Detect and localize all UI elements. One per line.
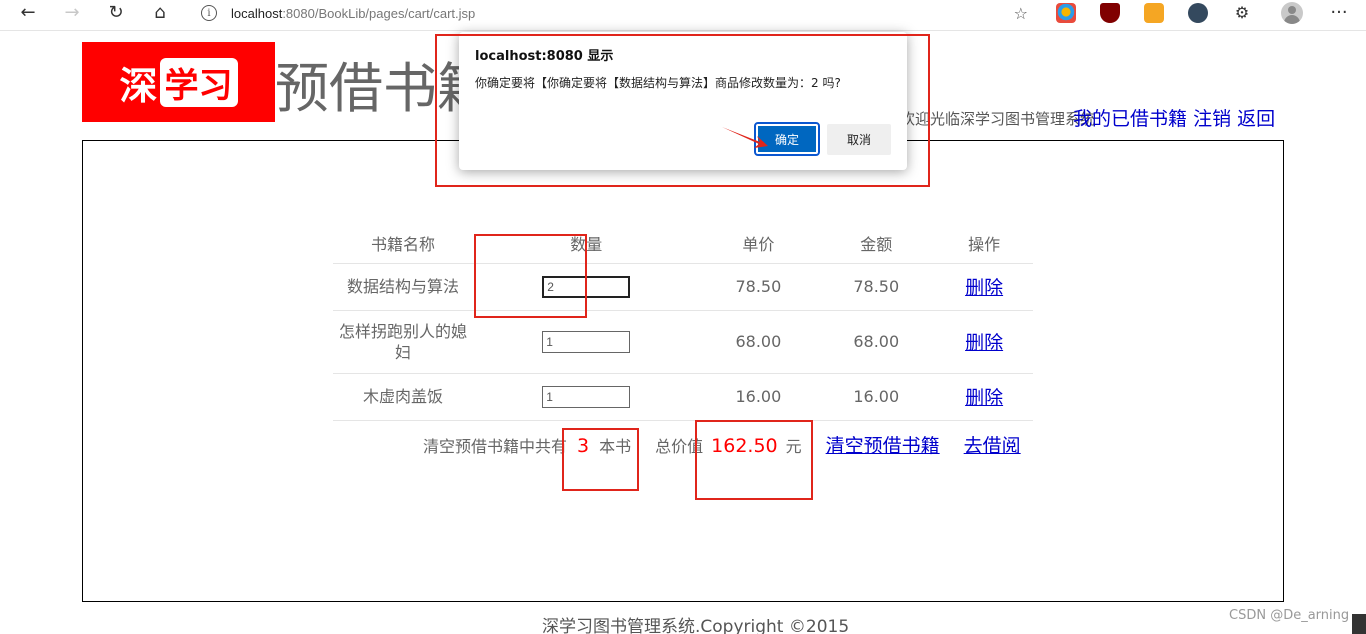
footer-copyright: 深学习图书管理系统.Copyright ©2015: [542, 617, 850, 634]
back-link[interactable]: 返回: [1237, 108, 1275, 130]
delete-link[interactable]: 删除: [965, 387, 1003, 409]
add-favorite-icon[interactable]: ☆: [1014, 4, 1028, 23]
quantity-input[interactable]: [542, 330, 631, 353]
count-highlight-box: [562, 428, 639, 491]
unit-price: 78.50: [699, 263, 818, 311]
dialog-highlight-box: [435, 34, 930, 187]
column-header-name: 书籍名称: [333, 223, 473, 264]
extensions-puzzle-icon[interactable]: ⚙: [1232, 3, 1252, 23]
extension-orange-icon[interactable]: [1144, 3, 1164, 23]
pointer-arrow-icon: [722, 127, 768, 148]
address-bar[interactable]: i localhost :8080/BookLib/pages/cart/car…: [188, 1, 1038, 25]
book-name: 数据结构与算法: [333, 263, 473, 311]
unit-price: 68.00: [699, 310, 818, 374]
amount: 16.00: [817, 373, 936, 421]
delete-link[interactable]: 删除: [965, 277, 1003, 299]
amount: 68.00: [817, 310, 936, 374]
quantity-input[interactable]: [542, 385, 631, 408]
ublock-icon[interactable]: [1100, 3, 1120, 23]
profile-avatar[interactable]: [1281, 2, 1303, 24]
cart-table: 书籍名称 数量 单价 金额 操作 数据结构与算法 78.50 78.50 删除 …: [333, 223, 1033, 421]
column-header-action: 操作: [935, 223, 1033, 264]
reload-icon[interactable]: ↻: [101, 0, 131, 25]
table-row: 怎样拐跑别人的媳妇 68.00 68.00 删除: [333, 310, 1033, 374]
column-header-amount: 金额: [817, 223, 936, 264]
forward-arrow-icon[interactable]: →: [57, 0, 87, 25]
book-name: 木虚肉盖饭: [333, 373, 473, 421]
delete-link[interactable]: 删除: [965, 332, 1003, 354]
browser-toolbar: ← → ↻ ⌂ i localhost :8080/BookLib/pages/…: [0, 0, 1366, 31]
book-name: 怎样拐跑别人的媳妇: [333, 310, 473, 374]
cart-panel: 书籍名称 数量 单价 金额 操作 数据结构与算法 78.50 78.50 删除 …: [82, 140, 1284, 602]
corner-mark: [1352, 614, 1366, 634]
clear-cart-link[interactable]: 清空预借书籍: [826, 431, 940, 458]
summary-prefix: 清空预借书籍中共有: [423, 437, 568, 456]
url-path: :8080/BookLib/pages/cart/cart.jsp: [282, 5, 476, 21]
top-nav-links: 我的已借书籍 注销 返回: [1073, 104, 1275, 131]
back-arrow-icon[interactable]: ←: [13, 0, 43, 25]
table-row: 数据结构与算法 78.50 78.50 删除: [333, 263, 1033, 311]
site-info-icon[interactable]: i: [201, 5, 217, 21]
extension-cursor-icon[interactable]: [1188, 3, 1208, 23]
my-borrowed-books-link[interactable]: 我的已借书籍: [1073, 108, 1187, 130]
table-row: 木虚肉盖饭 16.00 16.00 删除: [333, 373, 1033, 421]
logout-link[interactable]: 注销: [1193, 108, 1231, 130]
unit-price: 16.00: [699, 373, 818, 421]
table-header-row: 书籍名称 数量 单价 金额 操作: [333, 223, 1033, 264]
home-icon[interactable]: ⌂: [145, 0, 175, 25]
amount: 78.50: [817, 263, 936, 311]
more-menu-icon[interactable]: ···: [1326, 0, 1352, 25]
url-host: localhost: [231, 5, 283, 21]
qty-highlight-box: [474, 234, 587, 318]
price-highlight-box: [695, 420, 813, 500]
watermark: CSDN @De_arning: [1229, 608, 1350, 623]
go-borrow-link[interactable]: 去借阅: [964, 431, 1021, 458]
column-header-price: 单价: [699, 223, 818, 264]
site-logo: 深 学习: [82, 42, 275, 122]
extension-color-icon[interactable]: [1056, 3, 1076, 23]
